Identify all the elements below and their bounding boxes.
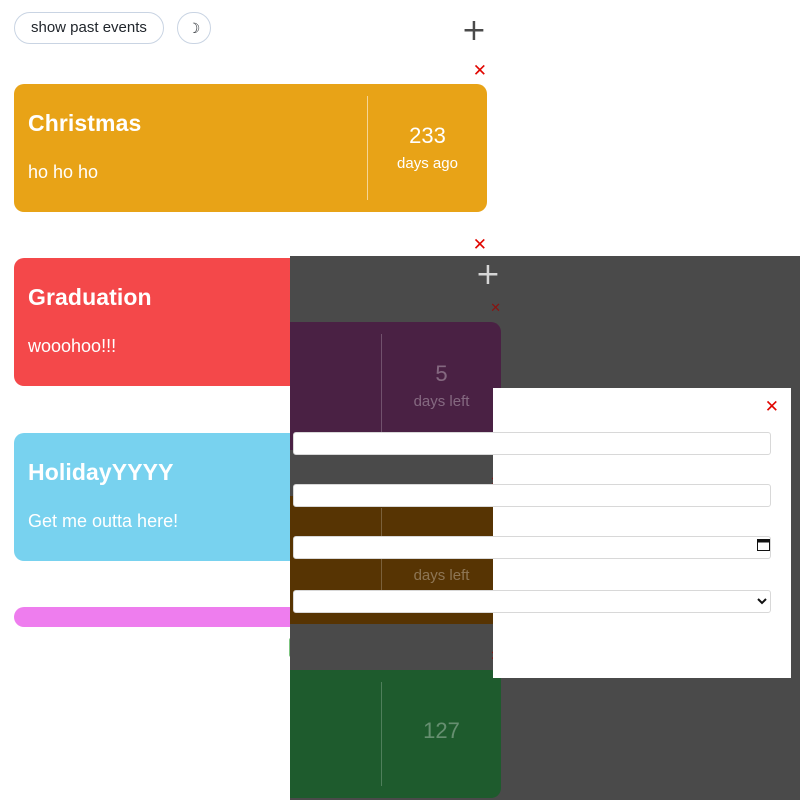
show-past-events-button[interactable]: show past events — [14, 12, 164, 44]
dimmed-delete-event-button[interactable]: ✕ — [490, 302, 501, 316]
modal-close-button[interactable]: ✕ — [765, 399, 779, 416]
delete-event-button[interactable]: ✕ — [473, 63, 487, 80]
event-form-modal: ✕ — [293, 388, 791, 678]
event-note-input[interactable] — [293, 484, 771, 507]
dimmed-event-card[interactable]: Graduation wooohoo!!! 5 days left — [290, 322, 501, 450]
dimmed-add-event-button[interactable]: + — [475, 260, 501, 290]
event-title: Christmas — [28, 110, 142, 136]
event-note: Get me outta here! — [28, 511, 179, 531]
dimmed-event-card-main: Graduation wooohoo!!! — [290, 322, 381, 450]
add-event-button[interactable]: + — [461, 16, 487, 46]
toolbar: show past events ☽ + — [0, 0, 800, 58]
event-title-input[interactable] — [293, 432, 771, 455]
event-unit: days ago — [397, 154, 458, 172]
dimmed-event-count: 127 — [423, 717, 460, 743]
event-countdown: 233 days ago — [367, 96, 487, 200]
dimmed-event-unit: days left — [413, 392, 470, 410]
dimmed-event-title: Graduation — [290, 348, 381, 375]
theme-toggle-button[interactable]: ☽ — [177, 12, 211, 44]
dimmed-event-unit: days left — [413, 566, 470, 584]
event-card-main: Christmas ho ho ho — [14, 84, 367, 212]
event-color-select[interactable] — [293, 590, 771, 613]
dimmed-event-card-main: Conference Talk — [290, 670, 381, 798]
dimmed-toolbar: show past events ☽ + — [290, 256, 800, 302]
moon-icon: ☽ — [187, 19, 201, 36]
event-note: ho ho ho — [28, 162, 99, 182]
event-date-input[interactable] — [293, 536, 771, 559]
dimmed-event-title: Conference Talk — [290, 696, 381, 723]
delete-event-button[interactable]: ✕ — [473, 237, 487, 254]
app-root: show past events ☽ + ✕ Graduation woooho… — [0, 0, 800, 800]
event-card[interactable]: Christmas ho ho ho 233 days ago — [14, 84, 487, 212]
dimmed-event-countdown: 5 days left — [381, 334, 501, 438]
event-note: wooohoo!!! — [28, 336, 117, 356]
event-count: 233 — [409, 123, 446, 149]
dimmed-event-card[interactable]: Conference Talk 127 — [290, 670, 501, 798]
dimmed-event-countdown: 127 — [381, 682, 501, 786]
dimmed-event-count: 5 — [435, 361, 448, 387]
